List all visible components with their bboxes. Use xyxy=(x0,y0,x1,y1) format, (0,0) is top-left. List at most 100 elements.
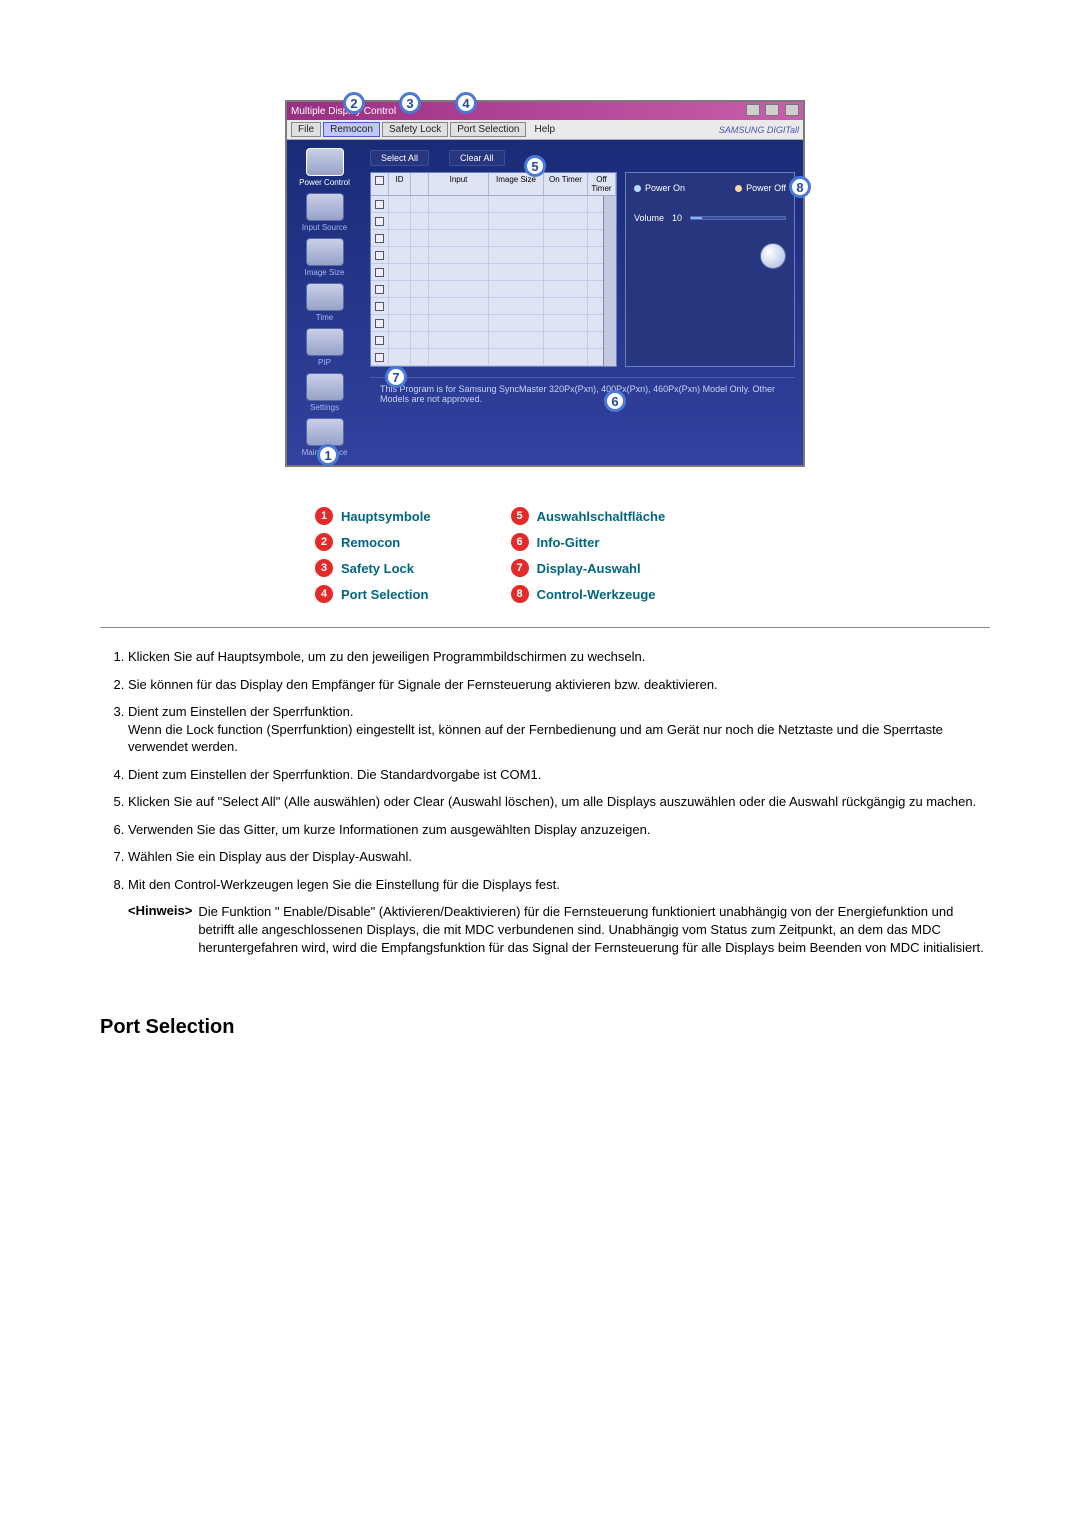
grid-body[interactable] xyxy=(371,196,616,366)
legend-item-6: 6 Info-Gitter xyxy=(511,533,666,551)
section-heading: Port Selection xyxy=(100,1016,990,1039)
callout-5: 5 xyxy=(524,155,546,177)
mdc-window: 2 3 4 5 6 7 8 1 Multiple Display Control… xyxy=(285,100,805,467)
hinweis-body: Die Funktion " Enable/Disable" (Aktivier… xyxy=(198,903,990,956)
legend-item-3: 3 Safety Lock xyxy=(315,559,431,577)
image-size-icon xyxy=(306,238,344,266)
window-controls[interactable] xyxy=(744,104,799,119)
input-source-icon xyxy=(306,193,344,221)
select-all-button[interactable]: Select All xyxy=(370,150,429,166)
desc-item-1: Klicken Sie auf Hauptsymbole, um zu den … xyxy=(128,648,990,666)
desc-item-2: Sie können für das Display den Empfänger… xyxy=(128,676,990,694)
hinweis-tag: <Hinweis> xyxy=(128,903,192,956)
sidebar: Power Control Input Source Image Size Ti… xyxy=(287,140,362,465)
footer-note: This Program is for Samsung SyncMaster 3… xyxy=(370,377,795,410)
legend-item-5: 5 Auswahlschaltfläche xyxy=(511,507,666,525)
sidebar-item-label: PIP xyxy=(318,358,331,367)
legend-item-2: 2 Remocon xyxy=(315,533,431,551)
volume-knob-icon[interactable] xyxy=(760,243,786,269)
desc-item-3: Dient zum Einstellen der Sperrfunktion. … xyxy=(128,703,990,756)
legend-item-7: 7 Display-Auswahl xyxy=(511,559,666,577)
callout-8: 8 xyxy=(789,176,811,198)
sidebar-item-time[interactable]: Time xyxy=(293,283,357,322)
brand-text: SAMSUNG DIGITall xyxy=(719,125,799,135)
callout-7: 7 xyxy=(385,366,407,388)
desc-item-6: Verwenden Sie das Gitter, um kurze Infor… xyxy=(128,821,990,839)
settings-icon xyxy=(306,373,344,401)
grid-header: ID Input Image Size On Timer Off Timer xyxy=(371,173,616,196)
menu-port-selection[interactable]: Port Selection xyxy=(450,122,526,137)
grid-head-ontimer: On Timer xyxy=(544,173,588,195)
desc-item-4: Dient zum Einstellen der Sperrfunktion. … xyxy=(128,766,990,784)
sidebar-item-image-size[interactable]: Image Size xyxy=(293,238,357,277)
sidebar-item-power-control[interactable]: Power Control xyxy=(293,148,357,187)
callout-3: 3 xyxy=(399,92,421,114)
legend-label: Port Selection xyxy=(341,587,428,602)
table-row[interactable] xyxy=(371,213,604,230)
legend-label: Remocon xyxy=(341,535,400,550)
control-panel: Power On Power Off Volume 10 xyxy=(625,172,795,367)
table-row[interactable] xyxy=(371,230,604,247)
grid-head-star xyxy=(411,173,429,195)
sidebar-item-settings[interactable]: Settings xyxy=(293,373,357,412)
legend-badge: 6 xyxy=(511,533,529,551)
sidebar-item-label: Input Source xyxy=(302,223,347,232)
grid-head-checkbox[interactable] xyxy=(371,173,389,195)
time-icon xyxy=(306,283,344,311)
legend-badge: 1 xyxy=(315,507,333,525)
table-row[interactable] xyxy=(371,264,604,281)
menu-help[interactable]: Help xyxy=(528,123,561,136)
legend: 1 Hauptsymbole 2 Remocon 3 Safety Lock 4… xyxy=(275,507,815,603)
legend-item-1: 1 Hauptsymbole xyxy=(315,507,431,525)
minimize-icon[interactable] xyxy=(746,104,760,116)
main-area: Select All Clear All ID Input Image Size… xyxy=(362,140,803,465)
callout-1: 1 xyxy=(317,444,339,466)
callout-4: 4 xyxy=(455,92,477,114)
desc-item-7: Wählen Sie ein Display aus der Display-A… xyxy=(128,848,990,866)
legend-badge: 5 xyxy=(511,507,529,525)
sidebar-item-label: Settings xyxy=(310,403,339,412)
legend-label: Safety Lock xyxy=(341,561,414,576)
menu-safety-lock[interactable]: Safety Lock xyxy=(382,122,448,137)
sidebar-item-label: Image Size xyxy=(304,268,344,277)
power-off-button[interactable]: Power Off xyxy=(735,183,786,193)
info-grid[interactable]: ID Input Image Size On Timer Off Timer xyxy=(370,172,617,367)
legend-badge: 3 xyxy=(315,559,333,577)
legend-label: Info-Gitter xyxy=(537,535,600,550)
callout-2: 2 xyxy=(343,92,365,114)
sidebar-item-input-source[interactable]: Input Source xyxy=(293,193,357,232)
legend-badge: 8 xyxy=(511,585,529,603)
legend-item-4: 4 Port Selection xyxy=(315,585,431,603)
legend-label: Auswahlschaltfläche xyxy=(537,509,666,524)
legend-item-8: 8 Control-Werkzeuge xyxy=(511,585,666,603)
table-row[interactable] xyxy=(371,196,604,213)
table-row[interactable] xyxy=(371,315,604,332)
volume-value: 10 xyxy=(672,213,682,223)
description-list: Klicken Sie auf Hauptsymbole, um zu den … xyxy=(100,648,990,893)
desc-item-5: Klicken Sie auf "Select All" (Alle auswä… xyxy=(128,793,990,811)
legend-badge: 2 xyxy=(315,533,333,551)
legend-label: Display-Auswahl xyxy=(537,561,641,576)
legend-label: Hauptsymbole xyxy=(341,509,431,524)
grid-head-input: Input xyxy=(429,173,489,195)
maximize-icon[interactable] xyxy=(765,104,779,116)
clear-all-button[interactable]: Clear All xyxy=(449,150,505,166)
legend-label: Control-Werkzeuge xyxy=(537,587,656,602)
table-row[interactable] xyxy=(371,281,604,298)
table-row[interactable] xyxy=(371,349,604,366)
table-row[interactable] xyxy=(371,247,604,264)
sidebar-item-pip[interactable]: PIP xyxy=(293,328,357,367)
close-icon[interactable] xyxy=(785,104,799,116)
table-row[interactable] xyxy=(371,298,604,315)
volume-slider[interactable] xyxy=(690,216,786,220)
grid-head-id: ID xyxy=(389,173,411,195)
power-on-button[interactable]: Power On xyxy=(634,183,685,193)
separator xyxy=(100,627,990,628)
table-row[interactable] xyxy=(371,332,604,349)
menu-remocon[interactable]: Remocon xyxy=(323,122,380,137)
sidebar-item-label: Time xyxy=(316,313,333,322)
legend-badge: 4 xyxy=(315,585,333,603)
legend-badge: 7 xyxy=(511,559,529,577)
pip-icon xyxy=(306,328,344,356)
menu-file[interactable]: File xyxy=(291,122,321,137)
